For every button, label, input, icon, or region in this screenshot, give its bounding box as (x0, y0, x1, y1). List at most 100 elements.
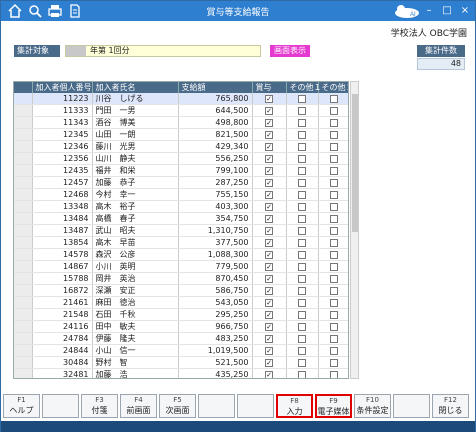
table-row[interactable]: 13348 高木 裕子 403,300 ✓ (14, 200, 348, 214)
bonus-checkbox[interactable]: ✓ (265, 226, 273, 235)
bonus-checkbox[interactable]: ✓ (265, 274, 273, 283)
table-row[interactable]: 11343 酒谷 博美 498,800 ✓ (14, 116, 348, 130)
other2-checkbox[interactable] (330, 106, 338, 115)
fkey-blank-1[interactable] (42, 394, 79, 418)
other2-checkbox[interactable] (330, 370, 338, 378)
fkey-f10[interactable]: F10 条件設定 (354, 394, 391, 418)
fkey-f8[interactable]: F8 入力 (276, 394, 313, 418)
other2-checkbox[interactable] (330, 154, 338, 163)
table-row[interactable]: 16872 深瀬 安正 586,750 ✓ (14, 284, 348, 298)
row-header[interactable] (14, 152, 33, 166)
table-row[interactable]: 12435 福井 和栄 799,100 ✓ (14, 164, 348, 178)
fkey-f9[interactable]: F9 電子媒体 (315, 394, 352, 418)
fkey-blank-10[interactable] (393, 394, 430, 418)
scrollbar-thumb[interactable] (352, 94, 358, 232)
bonus-checkbox[interactable]: ✓ (265, 202, 273, 211)
table-row[interactable]: 14578 森沢 公彦 1,088,300 ✓ (14, 248, 348, 262)
bonus-checkbox[interactable]: ✓ (265, 118, 273, 127)
row-header[interactable] (14, 200, 33, 214)
other1-checkbox[interactable] (298, 334, 306, 343)
bonus-checkbox[interactable]: ✓ (265, 298, 273, 307)
row-header[interactable] (14, 212, 33, 226)
header-person-no[interactable]: 加入者個人番号 (32, 82, 93, 93)
header-other1[interactable]: その他１ (286, 82, 322, 93)
bonus-checkbox[interactable]: ✓ (265, 190, 273, 199)
other1-checkbox[interactable] (298, 154, 306, 163)
bonus-checkbox[interactable]: ✓ (265, 334, 273, 343)
other2-checkbox[interactable] (330, 334, 338, 343)
row-header[interactable] (14, 140, 33, 154)
header-other2[interactable]: その他２ (318, 82, 348, 93)
other1-checkbox[interactable] (298, 214, 306, 223)
other2-checkbox[interactable] (330, 166, 338, 175)
bonus-checkbox[interactable]: ✓ (265, 310, 273, 319)
header-name[interactable]: 加入者氏名 (92, 82, 179, 93)
bonus-checkbox[interactable]: ✓ (265, 106, 273, 115)
bonus-checkbox[interactable]: ✓ (265, 358, 273, 367)
other2-checkbox[interactable] (330, 238, 338, 247)
other1-checkbox[interactable] (298, 262, 306, 271)
bonus-checkbox[interactable]: ✓ (265, 166, 273, 175)
fkey-f4[interactable]: F4 前画面 (120, 394, 157, 418)
other2-checkbox[interactable] (330, 94, 338, 103)
fkey-blank-6[interactable] (237, 394, 274, 418)
table-row[interactable]: 24844 小山 信一 1,019,500 ✓ (14, 344, 348, 358)
bonus-checkbox[interactable]: ✓ (265, 286, 273, 295)
target-year-field[interactable] (66, 46, 86, 56)
other1-checkbox[interactable] (298, 358, 306, 367)
row-header[interactable] (14, 164, 33, 178)
other1-checkbox[interactable] (298, 322, 306, 331)
fkey-blank-5[interactable] (198, 394, 235, 418)
row-header[interactable] (14, 284, 33, 298)
other1-checkbox[interactable] (298, 190, 306, 199)
other1-checkbox[interactable] (298, 106, 306, 115)
minimize-button[interactable]: – (421, 1, 437, 21)
other1-checkbox[interactable] (298, 250, 306, 259)
header-bonus[interactable]: 賞与 (252, 82, 287, 93)
bonus-checkbox[interactable]: ✓ (265, 238, 273, 247)
row-header[interactable] (14, 296, 33, 310)
other2-checkbox[interactable] (330, 178, 338, 187)
other2-checkbox[interactable] (330, 298, 338, 307)
row-header[interactable] (14, 128, 33, 142)
table-row[interactable]: 12345 山田 一朗 821,500 ✓ (14, 128, 348, 142)
table-row[interactable]: 24784 伊藤 隆夫 483,250 ✓ (14, 332, 348, 346)
other2-checkbox[interactable] (330, 250, 338, 259)
table-row[interactable]: 13487 武山 昭夫 1,310,750 ✓ (14, 224, 348, 238)
other2-checkbox[interactable] (330, 286, 338, 295)
row-header[interactable] (14, 176, 33, 190)
maximize-button[interactable]: □ (439, 1, 455, 21)
table-row[interactable]: 11223 川谷 しげる 765,800 ✓ (14, 93, 348, 106)
other1-checkbox[interactable] (298, 298, 306, 307)
fkey-f12[interactable]: F12 閉じる (432, 394, 469, 418)
row-header[interactable] (14, 236, 33, 250)
table-row[interactable]: 32481 加藤 浩 435,250 ✓ (14, 368, 348, 378)
other1-checkbox[interactable] (298, 346, 306, 355)
other1-checkbox[interactable] (298, 130, 306, 139)
other2-checkbox[interactable] (330, 214, 338, 223)
other2-checkbox[interactable] (330, 262, 338, 271)
other2-checkbox[interactable] (330, 274, 338, 283)
fkey-f1[interactable]: F1 ヘルプ (3, 394, 40, 418)
row-header[interactable] (14, 344, 33, 358)
other1-checkbox[interactable] (298, 226, 306, 235)
other2-checkbox[interactable] (330, 226, 338, 235)
other1-checkbox[interactable] (298, 286, 306, 295)
row-header[interactable] (14, 104, 33, 118)
row-header[interactable] (14, 308, 33, 322)
bonus-checkbox[interactable]: ✓ (265, 346, 273, 355)
bonus-checkbox[interactable]: ✓ (265, 154, 273, 163)
bonus-checkbox[interactable]: ✓ (265, 322, 273, 331)
other2-checkbox[interactable] (330, 202, 338, 211)
other1-checkbox[interactable] (298, 118, 306, 127)
bonus-checkbox[interactable]: ✓ (265, 142, 273, 151)
other2-checkbox[interactable] (330, 346, 338, 355)
bonus-checkbox[interactable]: ✓ (265, 262, 273, 271)
row-header[interactable] (14, 320, 33, 334)
fkey-f3[interactable]: F3 付箋 (81, 394, 118, 418)
table-row[interactable]: 21461 麻田 徳治 543,050 ✓ (14, 296, 348, 310)
row-header[interactable] (14, 188, 33, 202)
display-button[interactable]: 画面表示 (270, 45, 310, 57)
table-row[interactable]: 14867 小川 英明 779,500 ✓ (14, 260, 348, 274)
other1-checkbox[interactable] (298, 274, 306, 283)
